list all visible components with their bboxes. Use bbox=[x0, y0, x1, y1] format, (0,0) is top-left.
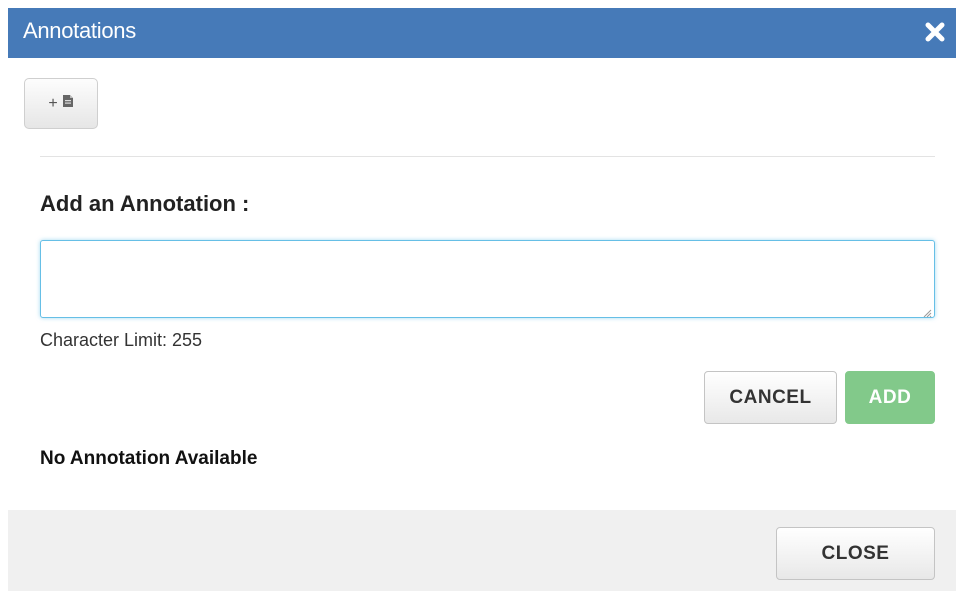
close-x-icon[interactable] bbox=[922, 18, 948, 46]
add-annotation-label: Add an Annotation : bbox=[40, 191, 250, 216]
plus-icon: + bbox=[48, 94, 58, 112]
cancel-button[interactable]: CANCEL bbox=[704, 371, 837, 424]
add-button[interactable]: ADD bbox=[845, 371, 935, 424]
close-button[interactable]: CLOSE bbox=[776, 527, 935, 580]
annotations-dialog: Annotations + Add an Annotation : Charac… bbox=[8, 8, 956, 591]
document-icon bbox=[62, 94, 74, 113]
section-divider bbox=[40, 156, 935, 157]
dialog-title: Annotations bbox=[23, 18, 136, 43]
dialog-titlebar: Annotations bbox=[8, 8, 956, 58]
resize-grip-icon[interactable] bbox=[922, 305, 932, 318]
character-limit-text: Character Limit: 255 bbox=[40, 330, 203, 350]
empty-state-text: No Annotation Available bbox=[40, 448, 258, 469]
add-document-button[interactable]: + bbox=[24, 78, 98, 129]
annotation-textarea[interactable] bbox=[40, 240, 935, 318]
